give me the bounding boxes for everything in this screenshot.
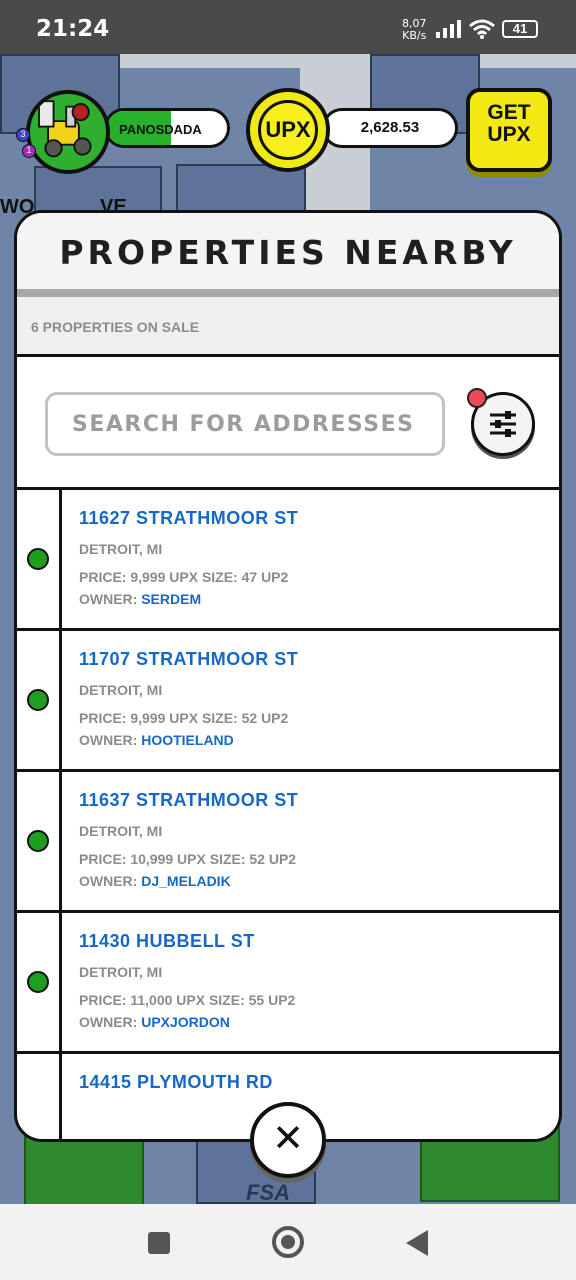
- system-nav-bar: [0, 1204, 576, 1280]
- property-list[interactable]: 11627 STRATHMOOR ST DETROIT, MI PRICE: 9…: [17, 490, 559, 1139]
- row-gutter: [17, 913, 62, 1051]
- property-owner: OWNER: DJ_MELADIK: [79, 873, 231, 889]
- property-city: DETROIT, MI: [79, 964, 163, 980]
- owner-name-link[interactable]: HOOTIELAND: [141, 732, 234, 748]
- clock: 21:24: [36, 16, 110, 42]
- property-address[interactable]: 11707 STRATHMOOR ST: [79, 649, 298, 670]
- property-address[interactable]: 11637 STRATHMOOR ST: [79, 790, 298, 811]
- for-sale-status-dot: [27, 689, 49, 711]
- property-row[interactable]: 11627 STRATHMOOR ST DETROIT, MI PRICE: 9…: [17, 490, 559, 631]
- property-address[interactable]: 11430 HUBBELL ST: [79, 931, 255, 952]
- scooter-icon: [38, 100, 92, 158]
- wifi-icon: [469, 19, 495, 39]
- for-sale-status-dot: [27, 830, 49, 852]
- map-building-label: FSA: [246, 1180, 290, 1204]
- property-owner: OWNER: UPXJORDON: [79, 1014, 230, 1030]
- row-gutter: [17, 772, 62, 910]
- get-upx-label: GET: [487, 101, 531, 124]
- owner-name-link[interactable]: SERDEM: [141, 591, 201, 607]
- filter-notification-dot: [467, 388, 487, 408]
- property-owner: OWNER: SERDEM: [79, 591, 201, 607]
- home-icon[interactable]: [272, 1226, 304, 1258]
- close-icon: ✕: [272, 1116, 304, 1160]
- properties-count: 6 PROPERTIES ON SALE: [31, 319, 200, 335]
- network-speed: 8,07 KB/s: [402, 18, 427, 42]
- property-price-size: PRICE: 11,000 UPX SIZE: 55 UP2: [79, 992, 296, 1008]
- owner-name-link[interactable]: DJ_MELADIK: [141, 873, 230, 889]
- properties-count-row: 6 PROPERTIES ON SALE: [17, 297, 559, 357]
- row-gutter: [17, 631, 62, 769]
- property-city: DETROIT, MI: [79, 823, 163, 839]
- net-speed-unit: KB/s: [402, 29, 427, 42]
- for-sale-status-dot: [27, 971, 49, 993]
- get-upx-label: UPX: [487, 123, 531, 146]
- signal-icon: [436, 20, 461, 38]
- battery-icon: 41: [502, 20, 538, 38]
- back-icon[interactable]: [406, 1230, 428, 1256]
- search-input[interactable]: [45, 392, 445, 456]
- get-upx-button[interactable]: GET UPX: [466, 88, 552, 172]
- property-row[interactable]: 11707 STRATHMOOR ST DETROIT, MI PRICE: 9…: [17, 631, 559, 772]
- level-badge: 3: [16, 128, 30, 142]
- property-price-size: PRICE: 9,999 UPX SIZE: 47 UP2: [79, 569, 289, 585]
- property-row[interactable]: 11637 STRATHMOOR ST DETROIT, MI PRICE: 1…: [17, 772, 559, 913]
- property-price-size: PRICE: 10,999 UPX SIZE: 52 UP2: [79, 851, 297, 867]
- recents-icon[interactable]: [148, 1232, 170, 1254]
- divider: [17, 289, 559, 297]
- level-badge: 1: [22, 144, 36, 158]
- status-bar: 21:24 8,07 KB/s 41: [0, 0, 576, 54]
- username: PANOSDADA: [119, 122, 202, 137]
- avatar[interactable]: [26, 90, 110, 174]
- owner-name-link[interactable]: UPXJORDON: [141, 1014, 230, 1030]
- owner-label: OWNER:: [79, 873, 142, 889]
- property-address[interactable]: 14415 PLYMOUTH RD: [79, 1072, 273, 1093]
- owner-label: OWNER:: [79, 591, 142, 607]
- property-price-size: PRICE: 9,999 UPX SIZE: 52 UP2: [79, 710, 289, 726]
- property-row[interactable]: 11430 HUBBELL ST DETROIT, MI PRICE: 11,0…: [17, 913, 559, 1054]
- for-sale-status-dot: [27, 548, 49, 570]
- row-gutter: [17, 490, 62, 628]
- properties-nearby-panel: PROPERTIES NEARBY 6 PROPERTIES ON SALE 1…: [14, 210, 562, 1142]
- close-button[interactable]: ✕: [250, 1102, 326, 1178]
- sliders-icon: [490, 411, 516, 437]
- property-owner: OWNER: HOOTIELAND: [79, 732, 234, 748]
- search-area: [17, 360, 559, 490]
- panel-title: PROPERTIES NEARBY: [17, 213, 559, 293]
- upx-coin-icon[interactable]: UPX: [246, 88, 330, 172]
- row-gutter: [17, 1054, 62, 1139]
- upx-balance: 2,628.53: [322, 108, 458, 148]
- upx-coin-label: UPX: [258, 100, 318, 160]
- property-city: DETROIT, MI: [79, 682, 163, 698]
- owner-label: OWNER:: [79, 1014, 142, 1030]
- property-city: DETROIT, MI: [79, 541, 163, 557]
- property-address[interactable]: 11627 STRATHMOOR ST: [79, 508, 298, 529]
- username-pill[interactable]: PANOSDADA: [104, 108, 230, 148]
- owner-label: OWNER:: [79, 732, 142, 748]
